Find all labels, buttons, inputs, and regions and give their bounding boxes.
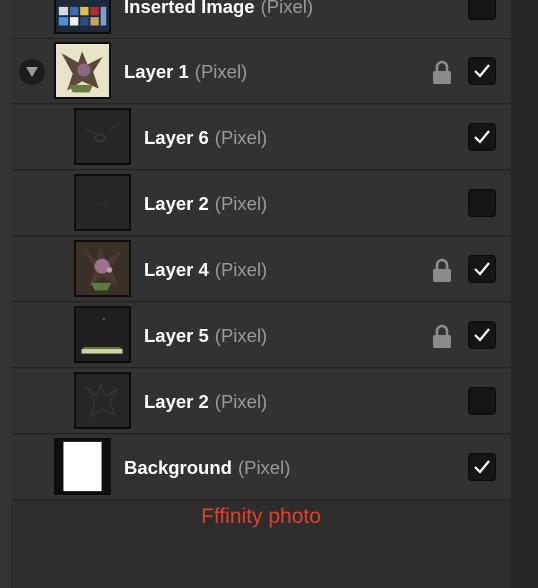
visibility-checkbox[interactable] [468,255,496,283]
white-thumb [56,440,109,493]
visibility-checkbox[interactable] [468,0,496,20]
sketch-thumb [76,110,129,163]
visibility-checkbox[interactable] [468,123,496,151]
layer-type: (Pixel) [237,457,291,478]
layer-name-text: Layer 2 [144,391,209,412]
checkmark-icon [474,130,490,144]
scrollbar-track[interactable] [511,0,538,588]
layer-type: (Pixel) [194,61,248,82]
collage-thumb [56,0,109,32]
lock-icon[interactable] [432,60,452,84]
figure-thumb [76,242,129,295]
layer-name-text: Layer 4 [144,259,209,280]
layer-type: (Pixel) [214,193,268,214]
layer-name-text: Layer 5 [144,325,209,346]
dark-thumb [76,176,129,229]
ground-thumb [76,308,129,361]
layer-row[interactable]: Layer 4 (Pixel) [11,237,511,302]
visibility-checkbox[interactable] [468,57,496,85]
layer-thumbnail [74,372,131,429]
layer-name: Layer 2 (Pixel) [144,171,267,236]
lock-icon[interactable] [432,258,452,282]
visibility-checkbox[interactable] [468,387,496,415]
layer-thumbnail [74,306,131,363]
visibility-checkbox[interactable] [468,321,496,349]
layer-row[interactable]: Inserted Image (Pixel) [11,0,511,39]
layer-row[interactable]: Layer 6 (Pixel) [11,105,511,170]
visibility-checkbox[interactable] [468,453,496,481]
creature-thumb [56,44,109,97]
visibility-checkbox[interactable] [468,189,496,217]
layer-name-text: Layer 6 [144,127,209,148]
layer-name-text: Layer 2 [144,193,209,214]
layer-row[interactable]: Layer 5 (Pixel) [11,303,511,368]
layer-name-text: Layer 1 [124,61,189,82]
layer-row[interactable]: Layer 1 (Pixel) [11,39,511,104]
layer-thumbnail [54,0,111,34]
layer-name: Layer 1 (Pixel) [124,39,247,104]
lock-icon[interactable] [432,324,452,348]
layer-name: Layer 5 (Pixel) [144,303,267,368]
layer-thumbnail [74,108,131,165]
layer-type: (Pixel) [214,391,268,412]
layer-thumbnail [54,438,111,495]
layer-type: (Pixel) [214,325,268,346]
layer-name: Layer 2 (Pixel) [144,369,267,434]
layer-name: Layer 4 (Pixel) [144,237,267,302]
layer-row[interactable]: Layer 2 (Pixel) [11,369,511,434]
layer-type: (Pixel) [260,0,313,17]
triangle-down-icon [26,67,38,77]
layer-name-text: Inserted Image [124,0,255,17]
layer-type: (Pixel) [214,259,268,280]
layer-type: (Pixel) [214,127,268,148]
layer-thumbnail [54,42,111,99]
layer-name: Layer 6 (Pixel) [144,105,267,170]
expand-toggle[interactable] [19,59,45,85]
checkmark-icon [474,262,490,276]
sketch2-thumb [76,374,129,427]
layer-name: Background (Pixel) [124,435,290,500]
layer-thumbnail [74,240,131,297]
layer-name: Inserted Image (Pixel) [124,0,313,39]
layer-row[interactable]: Background (Pixel) [11,435,511,500]
caption-text: Fffinity photo [201,505,321,528]
layer-thumbnail [74,174,131,231]
left-panel-edge [0,0,11,588]
checkmark-icon [474,64,490,78]
checkmark-icon [474,460,490,474]
layer-row[interactable]: Layer 2 (Pixel) [11,171,511,236]
layer-name-text: Background [124,457,232,478]
checkmark-icon [474,328,490,342]
